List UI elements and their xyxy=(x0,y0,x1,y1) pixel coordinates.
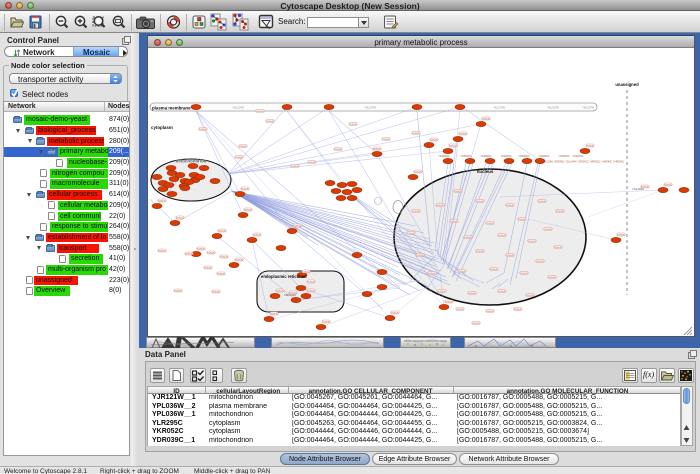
svg-text:YLR44C: YLR44C xyxy=(235,157,244,159)
svg-text:YLR44C: YLR44C xyxy=(407,233,416,235)
svg-text:YLR44C: YLR44C xyxy=(412,211,421,213)
svg-text:YLR44C: YLR44C xyxy=(158,251,167,253)
svg-text:YLR44C: YLR44C xyxy=(506,205,515,207)
svg-text:YLR44C: YLR44C xyxy=(270,314,279,316)
svg-text:YLR44C: YLR44C xyxy=(468,293,477,295)
svg-text:YLR44C: YLR44C xyxy=(239,146,248,148)
svg-text:YLR44C: YLR44C xyxy=(253,235,262,237)
svg-text:YLR44C: YLR44C xyxy=(302,272,311,274)
svg-text:YLR44C: YLR44C xyxy=(212,292,221,294)
svg-text:YKL217W: YKL217W xyxy=(547,106,559,110)
svg-text:YLR44C: YLR44C xyxy=(414,172,423,174)
svg-text:YLR44C: YLR44C xyxy=(308,162,317,164)
svg-text:YLR44C: YLR44C xyxy=(617,235,626,237)
svg-text:YLR44C: YLR44C xyxy=(244,210,253,212)
svg-text:YLR44C: YLR44C xyxy=(220,257,229,259)
svg-text:YLR44C: YLR44C xyxy=(458,271,467,273)
svg-text:YJL219W YBR298C YDL194W YDR342: YJL219W YBR298C YDL194W YDR342C YHR092C … xyxy=(542,161,624,164)
svg-text:YLR44C: YLR44C xyxy=(218,231,227,233)
svg-text:nucleus: nucleus xyxy=(477,169,494,174)
svg-text:YLR44C: YLR44C xyxy=(185,254,194,256)
svg-text:YLR44C: YLR44C xyxy=(293,226,302,228)
svg-text:YLR44C: YLR44C xyxy=(207,253,216,255)
svg-text:YLR44C: YLR44C xyxy=(486,311,495,313)
svg-text:YLR44C: YLR44C xyxy=(158,201,167,203)
svg-text:YLR44C: YLR44C xyxy=(482,119,491,121)
svg-text:YLR44C: YLR44C xyxy=(430,140,439,142)
svg-text:YDR345C: YDR345C xyxy=(480,155,491,158)
svg-text:YLR44C: YLR44C xyxy=(197,249,206,251)
svg-text:YKL217W: YKL217W xyxy=(493,106,505,110)
svg-text:YLR44C: YLR44C xyxy=(556,211,565,213)
svg-text:YLR44C: YLR44C xyxy=(416,255,425,257)
svg-text:YLR44C: YLR44C xyxy=(322,322,331,324)
svg-text:YLR44C: YLR44C xyxy=(445,302,454,304)
svg-text:YLR44C: YLR44C xyxy=(506,255,515,257)
svg-text:YLR44C: YLR44C xyxy=(438,291,447,293)
svg-text:YGL104C: YGL104C xyxy=(632,187,644,191)
svg-text:unassigned: unassigned xyxy=(615,82,639,87)
svg-text:YLR44C: YLR44C xyxy=(204,268,213,270)
svg-text:YLR44C: YLR44C xyxy=(199,129,208,131)
svg-text:YDR345C: YDR345C xyxy=(518,155,529,158)
svg-text:YLR44C: YLR44C xyxy=(464,237,473,239)
svg-text:YLR44C: YLR44C xyxy=(548,277,557,279)
svg-text:plasma membrane: plasma membrane xyxy=(152,106,191,111)
svg-text:YKL217W: YKL217W xyxy=(582,106,594,110)
svg-text:YLR44C: YLR44C xyxy=(459,134,468,136)
svg-text:YLR44C: YLR44C xyxy=(217,274,226,276)
svg-text:YLR44C: YLR44C xyxy=(498,235,507,237)
svg-text:YLR44C: YLR44C xyxy=(349,124,358,126)
svg-text:YLR44C: YLR44C xyxy=(472,323,481,325)
svg-text:YLR44C: YLR44C xyxy=(526,295,535,297)
svg-text:YLR44C: YLR44C xyxy=(307,291,316,293)
svg-text:YKL217W: YKL217W xyxy=(364,106,376,110)
svg-text:YLR44C: YLR44C xyxy=(256,111,265,113)
svg-text:YLR44C: YLR44C xyxy=(518,219,527,221)
svg-text:YLR44C: YLR44C xyxy=(235,260,244,262)
svg-text:YBR241C: YBR241C xyxy=(284,293,296,297)
svg-text:YLR44C: YLR44C xyxy=(586,146,595,148)
svg-text:YLR44C: YLR44C xyxy=(476,251,485,253)
svg-text:YLR44C: YLR44C xyxy=(456,309,465,311)
svg-text:YDR345C: YDR345C xyxy=(500,155,511,158)
svg-text:YLR44C: YLR44C xyxy=(241,189,250,191)
svg-text:YLR44C: YLR44C xyxy=(498,291,507,293)
svg-text:YLR44C: YLR44C xyxy=(536,261,545,263)
svg-text:YDR345C: YDR345C xyxy=(572,155,583,158)
svg-text:YLR44C: YLR44C xyxy=(450,221,459,223)
svg-text:YLR44C: YLR44C xyxy=(307,282,316,284)
svg-text:YLR44C: YLR44C xyxy=(538,201,547,203)
svg-text:YLR44C: YLR44C xyxy=(664,185,673,187)
svg-text:YDR345C: YDR345C xyxy=(438,155,449,158)
svg-text:YKL217W: YKL217W xyxy=(232,106,244,110)
svg-text:YLR44C: YLR44C xyxy=(476,201,485,203)
svg-text:YLR44C: YLR44C xyxy=(391,313,400,315)
svg-text:cytoplasm: cytoplasm xyxy=(151,125,173,130)
svg-text:endoplasmic reticulum: endoplasmic reticulum xyxy=(261,274,307,279)
svg-text:YLR44C: YLR44C xyxy=(486,223,495,225)
svg-text:YLR44C: YLR44C xyxy=(428,273,437,275)
svg-text:YLR44C: YLR44C xyxy=(454,191,463,193)
svg-text:YLR44C: YLR44C xyxy=(554,247,563,249)
svg-text:YLR44C: YLR44C xyxy=(382,139,391,141)
svg-text:YLR44C: YLR44C xyxy=(490,269,499,271)
svg-text:YDR345C: YDR345C xyxy=(558,155,569,158)
svg-text:YLR44C: YLR44C xyxy=(334,149,343,151)
svg-text:YLR44C: YLR44C xyxy=(176,218,185,220)
svg-text:YLR44C: YLR44C xyxy=(174,291,183,293)
svg-text:YLR44C: YLR44C xyxy=(373,149,382,151)
svg-text:YDR345C: YDR345C xyxy=(538,155,549,158)
svg-text:YLR44C: YLR44C xyxy=(544,229,553,231)
svg-text:YLR44C: YLR44C xyxy=(436,205,445,207)
svg-text:YLR44C: YLR44C xyxy=(266,121,275,123)
svg-text:YLR44C: YLR44C xyxy=(520,273,529,275)
svg-text:mitochondrion: mitochondrion xyxy=(176,159,207,164)
svg-text:YLR44C: YLR44C xyxy=(449,146,458,148)
svg-text:YLR44C: YLR44C xyxy=(291,166,300,168)
svg-text:YLR44C: YLR44C xyxy=(514,309,523,311)
svg-text:YLR44C: YLR44C xyxy=(528,241,537,243)
svg-text:YDR345C: YDR345C xyxy=(460,155,471,158)
svg-text:YLR44C: YLR44C xyxy=(412,133,421,135)
